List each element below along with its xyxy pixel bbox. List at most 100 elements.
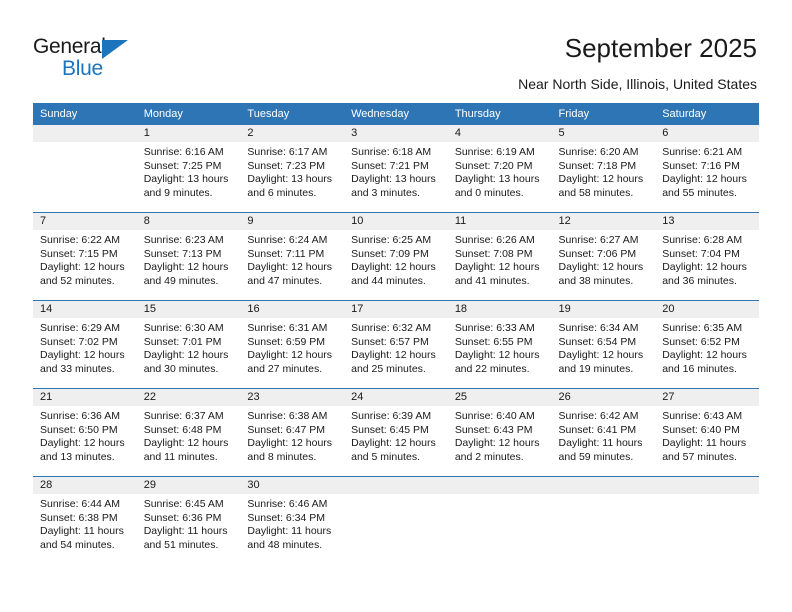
calendar-day-cell[interactable]: 1 Sunrise: 6:16 AM Sunset: 7:25 PM Daylight… — [136, 125, 241, 213]
calendar-day-cell[interactable]: 20 Sunrise: 6:35 AM Sunset: 6:52 PM Dayligh… — [655, 300, 759, 389]
daylight-text-line2: and 5 minutes. — [351, 450, 420, 463]
day-details: Sunrise: 6:22 AM Sunset: 7:15 PM Daylight:… — [33, 230, 137, 288]
calendar-day-cell[interactable]: 28 Sunrise: 6:44 AM Sunset: 6:38 PM Dayligh… — [33, 476, 137, 564]
calendar-day-cell[interactable]: 2 Sunrise: 6:17 AM Sunset: 7:23 PM Daylight… — [240, 125, 345, 213]
sunset-text: Sunset: 7:15 PM — [40, 247, 118, 260]
sunset-text: Sunset: 6:47 PM — [247, 423, 326, 436]
calendar-grid: Sunday Monday Tuesday Wednesday Thursday… — [33, 103, 759, 564]
calendar-day-cell[interactable]: 23 Sunrise: 6:38 AM Sunset: 6:47 PM Dayligh… — [240, 388, 345, 477]
daylight-text-line1: Daylight: 12 hours — [662, 349, 747, 362]
sunrise-text: Sunrise: 6:36 AM — [40, 410, 120, 422]
day-details: Sunrise: 6:17 AM Sunset: 7:23 PM Daylight:… — [240, 142, 344, 200]
sunset-text: Sunset: 7:25 PM — [143, 159, 222, 172]
daylight-text-line2: and 2 minutes. — [454, 450, 524, 463]
calendar-day-cell[interactable]: 21 Sunrise: 6:36 AM Sunset: 6:50 PM Dayligh… — [33, 388, 137, 477]
calendar-day-cell[interactable]: 9 Sunrise: 6:24 AM Sunset: 7:11 PM Daylight… — [240, 212, 345, 301]
daylight-text-line1: Daylight: 12 hours — [351, 437, 436, 450]
sunset-text: Sunset: 6:38 PM — [40, 511, 118, 524]
calendar-day-cell[interactable]: 24 Sunrise: 6:39 AM Sunset: 6:45 PM Dayligh… — [344, 388, 448, 477]
day-details: Sunrise: 6:31 AM Sunset: 6:59 PM Daylight:… — [240, 318, 344, 376]
calendar-day-cell[interactable]: 22 Sunrise: 6:37 AM Sunset: 6:48 PM Dayligh… — [136, 388, 241, 477]
sunrise-text: Sunrise: 6:19 AM — [454, 146, 535, 158]
day-cell-inner: 22 Sunrise: 6:37 AM Sunset: 6:48 PM Dayligh… — [136, 389, 241, 476]
daylight-text-line2: and 57 minutes. — [662, 450, 737, 463]
day-number: 20 — [655, 301, 759, 318]
day-details: Sunrise: 6:16 AM Sunset: 7:25 PM Daylight:… — [137, 142, 241, 200]
day-details: Sunrise: 6:21 AM Sunset: 7:16 PM Daylight:… — [655, 142, 759, 200]
sunset-text: Sunset: 7:18 PM — [558, 159, 637, 172]
calendar-day-cell[interactable]: 10 Sunrise: 6:25 AM Sunset: 7:09 PM Dayligh… — [344, 212, 448, 301]
calendar-day-cell[interactable]: 5 Sunrise: 6:20 AM Sunset: 7:18 PM Daylight… — [551, 125, 656, 213]
daylight-text-line2: and 36 minutes. — [662, 274, 737, 287]
calendar-body: 1 Sunrise: 6:16 AM Sunset: 7:25 PM Daylight… — [33, 125, 759, 564]
calendar-day-cell[interactable]: 14 Sunrise: 6:29 AM Sunset: 7:02 PM Dayligh… — [33, 300, 137, 389]
calendar-day-cell-empty — [447, 476, 552, 564]
calendar-week-row: 14 Sunrise: 6:29 AM Sunset: 7:02 PM Dayligh… — [33, 300, 759, 389]
day-number — [447, 477, 552, 494]
calendar-day-cell[interactable]: 26 Sunrise: 6:42 AM Sunset: 6:41 PM Dayligh… — [551, 388, 656, 477]
sunset-text: Sunset: 6:40 PM — [662, 423, 740, 436]
daylight-text-line2: and 8 minutes. — [247, 450, 317, 463]
daylight-text-line1: Daylight: 12 hours — [351, 349, 436, 362]
sunrise-text: Sunrise: 6:42 AM — [558, 410, 639, 422]
calendar-day-cell[interactable]: 18 Sunrise: 6:33 AM Sunset: 6:55 PM Dayligh… — [447, 300, 552, 389]
daylight-text-line1: Daylight: 13 hours — [143, 173, 229, 186]
day-details: Sunrise: 6:40 AM Sunset: 6:43 PM Daylight:… — [448, 406, 552, 464]
daylight-text-line2: and 27 minutes. — [247, 362, 323, 375]
day-number: 23 — [240, 389, 345, 406]
calendar-day-cell[interactable]: 17 Sunrise: 6:32 AM Sunset: 6:57 PM Dayligh… — [344, 300, 448, 389]
calendar-day-cell[interactable]: 25 Sunrise: 6:40 AM Sunset: 6:43 PM Dayligh… — [447, 388, 552, 477]
day-number: 22 — [136, 389, 241, 406]
day-cell-inner: 10 Sunrise: 6:25 AM Sunset: 7:09 PM Dayligh… — [344, 213, 448, 300]
day-cell-inner: 19 Sunrise: 6:34 AM Sunset: 6:54 PM Dayligh… — [551, 301, 656, 388]
day-cell-inner: 8 Sunrise: 6:23 AM Sunset: 7:13 PM Daylight… — [136, 213, 241, 300]
daylight-text-line1: Daylight: 13 hours — [247, 173, 333, 186]
daylight-text-line1: Daylight: 12 hours — [40, 437, 125, 450]
daylight-text-line1: Daylight: 12 hours — [558, 349, 644, 362]
calendar-day-cell[interactable]: 4 Sunrise: 6:19 AM Sunset: 7:20 PM Daylight… — [447, 125, 552, 213]
day-number: 9 — [240, 213, 345, 230]
day-number: 10 — [344, 213, 448, 230]
calendar-day-cell[interactable]: 27 Sunrise: 6:43 AM Sunset: 6:40 PM Dayligh… — [655, 388, 759, 477]
daylight-text-line1: Daylight: 12 hours — [247, 261, 333, 274]
calendar-day-cell[interactable]: 15 Sunrise: 6:30 AM Sunset: 7:01 PM Dayligh… — [136, 300, 241, 389]
day-number: 4 — [447, 125, 552, 142]
day-details: Sunrise: 6:29 AM Sunset: 7:02 PM Daylight:… — [33, 318, 137, 376]
daylight-text-line1: Daylight: 11 hours — [40, 525, 124, 538]
calendar-day-cell[interactable]: 13 Sunrise: 6:28 AM Sunset: 7:04 PM Dayligh… — [655, 212, 759, 301]
day-cell-inner: 12 Sunrise: 6:27 AM Sunset: 7:06 PM Dayligh… — [551, 213, 656, 300]
logo-text-blue: Blue — [62, 57, 103, 80]
daylight-text-line1: Daylight: 12 hours — [351, 261, 436, 274]
calendar-day-cell[interactable]: 3 Sunrise: 6:18 AM Sunset: 7:21 PM Daylight… — [344, 125, 448, 213]
calendar-day-cell[interactable]: 16 Sunrise: 6:31 AM Sunset: 6:59 PM Dayligh… — [240, 300, 345, 389]
daylight-text-line1: Daylight: 11 hours — [662, 437, 747, 450]
calendar-page: General Blue September 2025 Near North S… — [0, 0, 792, 612]
calendar-day-cell[interactable]: 6 Sunrise: 6:21 AM Sunset: 7:16 PM Daylight… — [655, 125, 759, 213]
calendar-day-cell[interactable]: 12 Sunrise: 6:27 AM Sunset: 7:06 PM Dayligh… — [551, 212, 656, 301]
day-details: Sunrise: 6:43 AM Sunset: 6:40 PM Daylight:… — [655, 406, 759, 464]
sunrise-text: Sunrise: 6:21 AM — [662, 146, 743, 158]
calendar-day-cell[interactable]: 29 Sunrise: 6:45 AM Sunset: 6:36 PM Dayligh… — [136, 476, 241, 564]
calendar-day-cell[interactable]: 19 Sunrise: 6:34 AM Sunset: 6:54 PM Dayligh… — [551, 300, 656, 389]
day-number: 1 — [136, 125, 241, 142]
calendar-day-cell[interactable]: 30 Sunrise: 6:46 AM Sunset: 6:34 PM Dayligh… — [240, 476, 345, 564]
calendar-day-cell[interactable]: 8 Sunrise: 6:23 AM Sunset: 7:13 PM Daylight… — [136, 212, 241, 301]
day-number: 27 — [655, 389, 759, 406]
day-cell-inner: 2 Sunrise: 6:17 AM Sunset: 7:23 PM Daylight… — [240, 125, 345, 212]
weekday-header-row: Sunday Monday Tuesday Wednesday Thursday… — [33, 103, 759, 125]
day-details: Sunrise: 6:26 AM Sunset: 7:08 PM Daylight:… — [448, 230, 552, 288]
daylight-text-line2: and 25 minutes. — [351, 362, 426, 375]
daylight-text-line2: and 0 minutes. — [454, 186, 524, 199]
calendar-day-cell-empty — [33, 125, 137, 213]
calendar-day-cell[interactable]: 11 Sunrise: 6:26 AM Sunset: 7:08 PM Dayligh… — [447, 212, 552, 301]
daylight-text-line1: Daylight: 13 hours — [351, 173, 436, 186]
daylight-text-line2: and 13 minutes. — [40, 450, 115, 463]
daylight-text-line2: and 3 minutes. — [351, 186, 420, 199]
sunrise-text: Sunrise: 6:33 AM — [454, 322, 535, 334]
sunset-text: Sunset: 7:06 PM — [558, 247, 637, 260]
day-cell-inner: 7 Sunrise: 6:22 AM Sunset: 7:15 PM Daylight… — [33, 213, 137, 300]
day-number — [344, 477, 448, 494]
day-details: Sunrise: 6:18 AM Sunset: 7:21 PM Daylight:… — [344, 142, 448, 200]
calendar-day-cell[interactable]: 7 Sunrise: 6:22 AM Sunset: 7:15 PM Daylight… — [33, 212, 137, 301]
day-details: Sunrise: 6:35 AM Sunset: 6:52 PM Daylight:… — [655, 318, 759, 376]
